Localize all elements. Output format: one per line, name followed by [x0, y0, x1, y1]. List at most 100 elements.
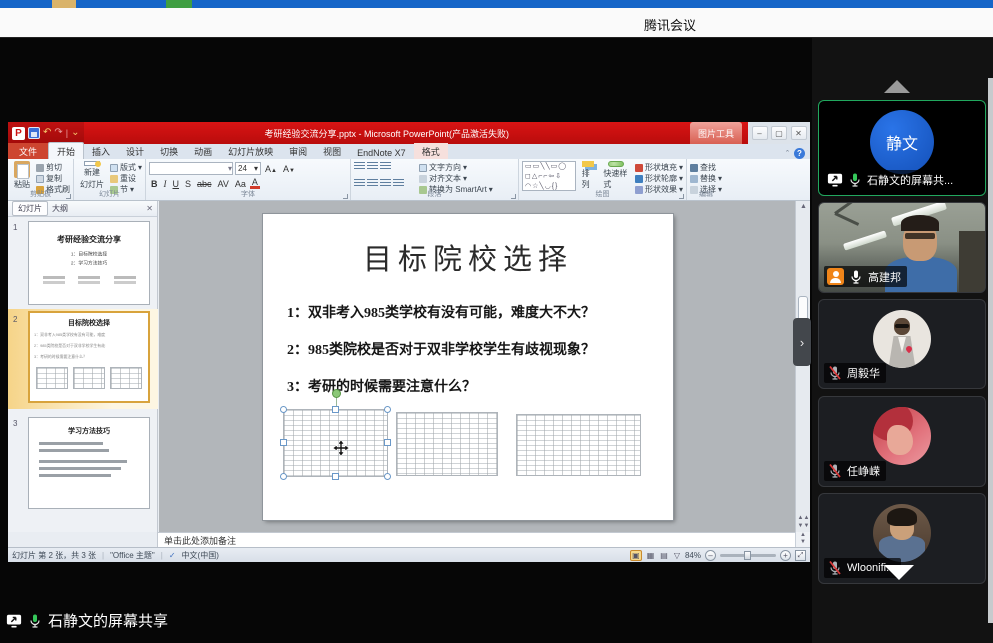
- numbering-icon[interactable]: [367, 162, 378, 171]
- align-right-icon[interactable]: [380, 179, 391, 188]
- bold-button[interactable]: B: [149, 179, 160, 189]
- tab-home[interactable]: 开始: [48, 142, 84, 159]
- replace-button[interactable]: 替换▾: [690, 173, 722, 184]
- font-name-select[interactable]: ▾: [149, 162, 233, 175]
- language-indicator[interactable]: 中文(中国): [182, 550, 219, 561]
- meeting-titlebar[interactable]: 腾讯会议: [0, 8, 993, 38]
- underline-button[interactable]: U: [171, 179, 182, 189]
- panel-tab-outline[interactable]: 大纲: [52, 203, 68, 214]
- help-icon[interactable]: ?: [794, 148, 805, 159]
- table-image-selected[interactable]: [283, 409, 388, 477]
- slide-scrollbar[interactable]: ▲ ▲▲ ▼▼: [795, 201, 810, 532]
- ppt-titlebar[interactable]: P ↶ ↷ | ⌄ 考研经验交流分享.pptx - Microsoft Powe…: [8, 122, 810, 144]
- dialog-launcher-icon[interactable]: [679, 194, 684, 199]
- grow-font-button[interactable]: A▲: [263, 164, 279, 174]
- arrange-button[interactable]: 排列: [579, 161, 598, 190]
- participant-tile-renzhengrong[interactable]: 任峥嵘: [818, 396, 986, 487]
- find-button[interactable]: 查找: [690, 162, 722, 173]
- save-icon[interactable]: [28, 127, 40, 139]
- next-slide-button[interactable]: ▼▼: [796, 522, 811, 530]
- align-text-button[interactable]: 对齐文本▾: [419, 173, 493, 184]
- cut-button[interactable]: 剪切: [36, 162, 70, 173]
- font-color-button[interactable]: A: [250, 178, 260, 189]
- minimize-button[interactable]: –: [752, 126, 768, 140]
- participant-tile-gaojianbang[interactable]: 高建邦: [818, 202, 986, 293]
- ribbon-collapse-icon[interactable]: ˆ: [786, 149, 789, 159]
- normal-view-button[interactable]: ▣: [630, 550, 642, 561]
- slide-thumbnail-3[interactable]: 3 学习方法技巧: [8, 417, 158, 513]
- shrink-font-button[interactable]: A▼: [281, 164, 297, 174]
- resize-handle[interactable]: [280, 406, 287, 413]
- strikethrough-button[interactable]: abc: [195, 179, 214, 189]
- scroll-up-icon[interactable]: ▲: [796, 203, 811, 210]
- italic-button[interactable]: I: [162, 179, 169, 189]
- undo-icon[interactable]: ↶: [43, 128, 51, 138]
- tab-file[interactable]: 文件: [8, 143, 48, 159]
- tab-insert[interactable]: 插入: [84, 143, 118, 159]
- paste-button[interactable]: 粘贴: [11, 161, 33, 190]
- text-direction-button[interactable]: 文字方向▾: [419, 162, 493, 173]
- dialog-launcher-icon[interactable]: [66, 194, 71, 199]
- tab-endnote[interactable]: EndNote X7: [349, 146, 414, 159]
- sidebar-collapse-handle[interactable]: ›: [793, 318, 811, 366]
- tab-transitions[interactable]: 切换: [152, 143, 186, 159]
- resize-handle[interactable]: [332, 406, 339, 413]
- table-image[interactable]: [396, 412, 498, 476]
- dialog-launcher-icon[interactable]: [343, 194, 348, 199]
- resize-handle[interactable]: [384, 406, 391, 413]
- indent-icon[interactable]: [380, 162, 391, 171]
- participant-tile-shijingwen[interactable]: 静文 石静文的屏幕共...: [818, 100, 986, 196]
- resize-handle[interactable]: [384, 473, 391, 480]
- copy-button[interactable]: 复制: [36, 173, 70, 184]
- text-shadow-button[interactable]: S: [183, 179, 193, 189]
- restore-button[interactable]: ▢: [771, 126, 787, 140]
- notes-scrollbar[interactable]: ▲▼: [795, 532, 810, 547]
- zoom-out-button[interactable]: –: [705, 550, 716, 561]
- align-left-icon[interactable]: [354, 179, 365, 188]
- fit-to-window-button[interactable]: ⤢: [795, 550, 806, 561]
- slide-title[interactable]: 目标院校选择: [263, 236, 673, 278]
- align-center-icon[interactable]: [367, 179, 378, 188]
- scroll-down-arrow-icon[interactable]: [884, 565, 914, 580]
- resize-handle[interactable]: [280, 473, 287, 480]
- justify-icon[interactable]: [393, 179, 404, 188]
- layout-button[interactable]: 版式▾: [110, 162, 142, 173]
- resize-handle[interactable]: [280, 439, 287, 446]
- resize-handle[interactable]: [384, 439, 391, 446]
- tab-animations[interactable]: 动画: [186, 143, 220, 159]
- panel-tab-slides[interactable]: 幻灯片: [12, 201, 48, 216]
- slideshow-button[interactable]: ▽: [673, 551, 681, 560]
- close-button[interactable]: ✕: [791, 126, 807, 140]
- slide-thumbnail-2[interactable]: 2 目标院校选择 1：双非考入985类学校有没有可能，难度大不大？ 2：985类…: [8, 313, 158, 409]
- rotate-handle-icon[interactable]: [332, 389, 341, 398]
- change-case-button[interactable]: Aa: [233, 179, 248, 189]
- reading-view-button[interactable]: ▤: [659, 551, 669, 560]
- zoom-slider[interactable]: [720, 554, 776, 557]
- reset-button[interactable]: 重设: [110, 173, 142, 184]
- char-spacing-button[interactable]: AV: [216, 179, 231, 189]
- slide-body-text[interactable]: 1：双非考入985类学校有没有可能，难度大不大？ 2：985类院校是否对于双非学…: [287, 302, 673, 396]
- shapes-gallery[interactable]: ▭▭╲╲▭◯ ◻△⌐⌐⇦⇩ ◠☆╲◡{}: [522, 161, 576, 191]
- font-size-select[interactable]: 24▾: [235, 162, 261, 175]
- qat-customize-icon[interactable]: ⌄: [71, 128, 79, 138]
- slide-sorter-button[interactable]: ▦: [646, 551, 656, 560]
- slide-thumbnail-1[interactable]: 1 考研经验交流分享 1：目标院校选择 2：学习方法技巧: [8, 221, 158, 309]
- tab-slideshow[interactable]: 幻灯片放映: [220, 143, 281, 159]
- tab-format[interactable]: 格式: [414, 143, 448, 159]
- dialog-launcher-icon[interactable]: [511, 194, 516, 199]
- tab-design[interactable]: 设计: [118, 143, 152, 159]
- quick-styles-button[interactable]: 快速样式: [600, 161, 632, 190]
- slide[interactable]: 目标院校选择 1：双非考入985类学校有没有可能，难度大不大？ 2：985类院校…: [263, 214, 673, 520]
- bullets-icon[interactable]: [354, 162, 365, 171]
- scroll-up-arrow-icon[interactable]: [884, 80, 910, 93]
- slide-canvas[interactable]: 目标院校选择 1：双非考入985类学校有没有可能，难度大不大？ 2：985类院校…: [159, 201, 795, 532]
- previous-slide-button[interactable]: ▲▲: [796, 514, 811, 522]
- sidebar-scrollbar[interactable]: [988, 78, 993, 623]
- new-slide-button[interactable]: 新建 幻灯片: [77, 161, 107, 190]
- resize-handle[interactable]: [332, 473, 339, 480]
- tab-review[interactable]: 审阅: [281, 143, 315, 159]
- shape-outline-button[interactable]: 形状轮廓▾: [635, 173, 683, 184]
- tab-view[interactable]: 视图: [315, 143, 349, 159]
- zoom-in-button[interactable]: +: [780, 550, 791, 561]
- panel-close-icon[interactable]: ✕: [146, 204, 153, 213]
